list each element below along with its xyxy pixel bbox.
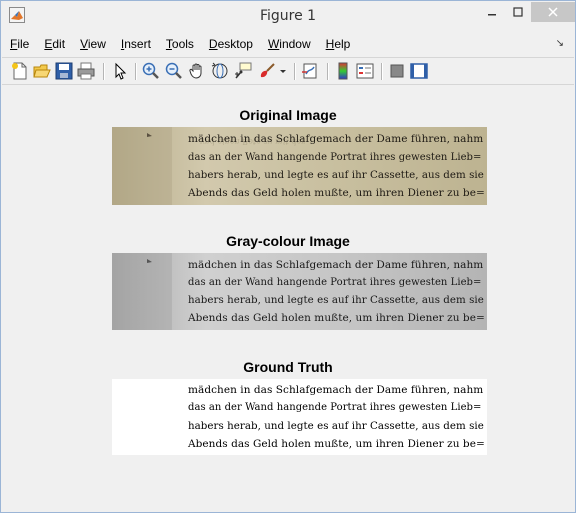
text-line: habers herab, und legte es auf ihr Casse… [188, 420, 484, 432]
data-cursor-icon[interactable] [234, 62, 252, 80]
menu-tools[interactable]: Tools [166, 37, 194, 51]
menu-file[interactable]: File [10, 37, 29, 51]
maximize-button[interactable] [505, 2, 531, 22]
text-line: das an der Wand hangende Portrat ihres g… [188, 402, 482, 413]
pan-icon[interactable] [188, 62, 206, 80]
menu-view[interactable]: View [80, 37, 106, 51]
open-file-icon[interactable] [33, 62, 51, 80]
menu-help[interactable]: Help [326, 37, 351, 51]
text-line: mädchen in das Schlafgemach der Dame füh… [188, 133, 484, 145]
text-line: das an der Wand hangende Portrat ihres g… [188, 152, 482, 163]
menu-file-rest: ile [17, 37, 30, 51]
hide-plot-tools-icon[interactable] [388, 62, 406, 80]
pointer-icon[interactable] [111, 62, 129, 80]
zoom-in-icon[interactable] [142, 62, 160, 80]
figure-toolbar [2, 57, 574, 85]
new-figure-icon[interactable] [11, 62, 29, 80]
ground-truth-title: Ground Truth [243, 359, 333, 375]
show-plot-tools-icon[interactable] [410, 62, 428, 80]
minimize-button[interactable] [479, 2, 505, 22]
menu-bar: File Edit View Insert Tools Desktop Wind… [2, 33, 574, 55]
original-image-title: Original Image [239, 107, 337, 123]
gray-image: mädchen in das Schlafgemach der Dame füh… [112, 253, 487, 330]
figure-canvas: Original Image vnd einen Bote zu mit der… [2, 87, 574, 511]
menu-desktop[interactable]: Desktop [209, 37, 253, 51]
legend-icon[interactable] [356, 62, 374, 80]
ground-truth-image: mädchen in das Schlafgemach der Dame füh… [112, 379, 487, 455]
menu-insert[interactable]: Insert [121, 37, 151, 51]
menu-edit[interactable]: Edit [44, 37, 65, 51]
figure-window: Figure 1 File Edit View Insert Tools Des… [0, 0, 576, 513]
link-plot-icon[interactable] [301, 62, 319, 80]
toolbar-separator [135, 63, 136, 80]
text-line: Abends das Geld holen mußte, um ihren Di… [188, 438, 485, 450]
print-icon[interactable] [77, 62, 95, 80]
title-bar[interactable]: Figure 1 [1, 1, 575, 31]
brush-dropdown-icon[interactable] [278, 62, 288, 80]
text-line: das an der Wand hangende Portrat ihres g… [188, 277, 482, 288]
maximize-icon [513, 7, 523, 17]
text-line: habers herab, und legte es auf ihr Casse… [188, 294, 484, 306]
dock-figure-icon[interactable]: ↘ [556, 38, 564, 49]
save-icon[interactable] [55, 62, 73, 80]
gray-image-title: Gray-colour Image [226, 233, 350, 249]
text-line: mädchen in das Schlafgemach der Dame füh… [188, 259, 484, 271]
close-icon [548, 7, 558, 17]
text-line: Abends das Geld holen mußte, um ihren Di… [188, 187, 485, 199]
toolbar-separator [103, 63, 104, 80]
text-line: mädchen in das Schlafgemach der Dame füh… [188, 384, 484, 396]
colorbar-icon[interactable] [334, 62, 352, 80]
brush-icon[interactable] [258, 62, 276, 80]
close-button[interactable] [531, 2, 575, 22]
toolbar-separator [294, 63, 295, 80]
text-line: habers herab, und legte es auf ihr Casse… [188, 169, 484, 181]
text-line: Abends das Geld holen mußte, um ihren Di… [188, 312, 485, 324]
toolbar-separator [327, 63, 328, 80]
rotate-3d-icon[interactable] [211, 62, 229, 80]
minimize-icon [488, 14, 496, 16]
zoom-out-icon[interactable] [165, 62, 183, 80]
menu-window[interactable]: Window [268, 37, 311, 51]
original-image: vnd einen Bote zu mit der mädchen in das… [112, 127, 487, 205]
toolbar-separator [381, 63, 382, 80]
